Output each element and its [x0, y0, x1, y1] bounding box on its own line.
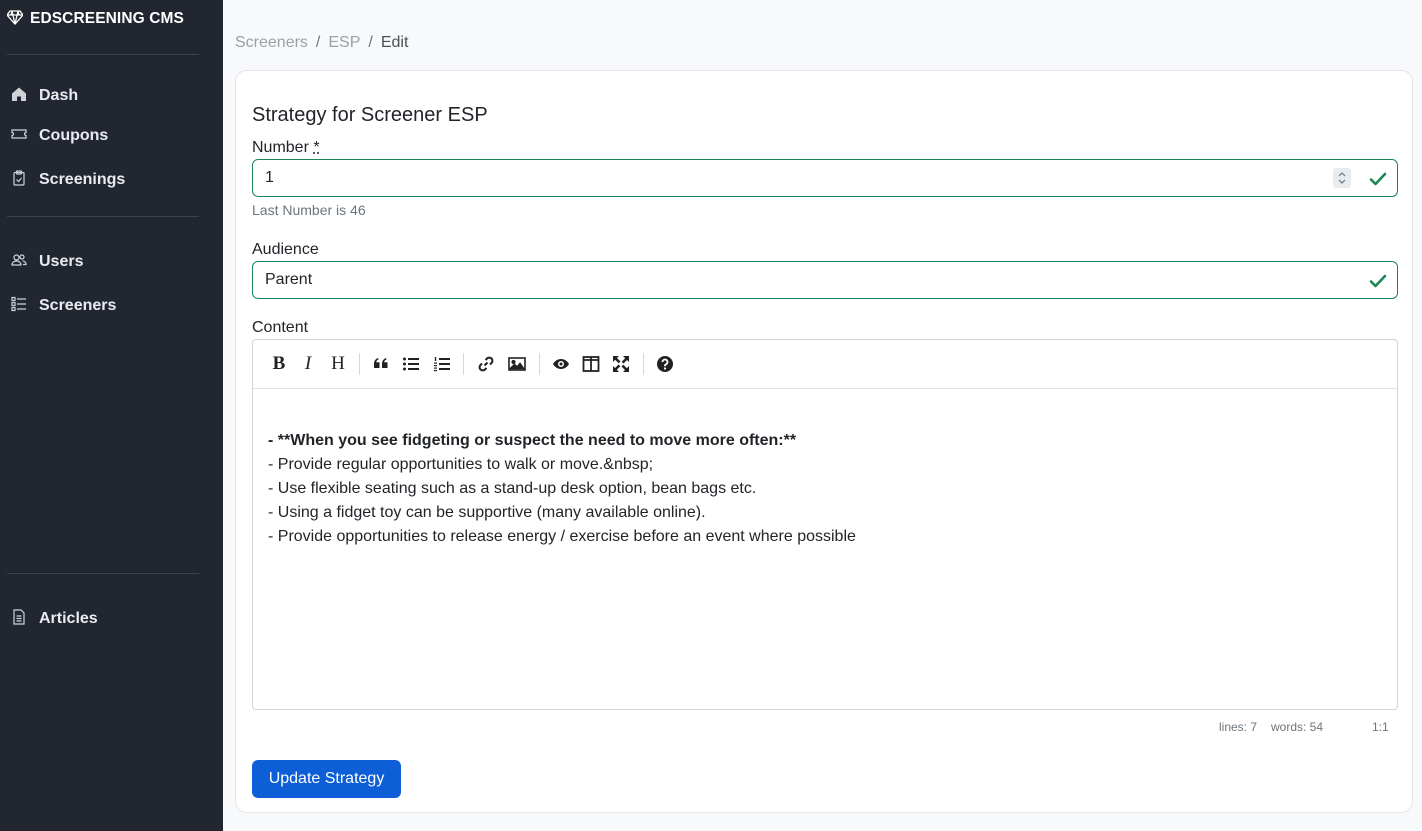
number-stepper[interactable]: [1333, 168, 1351, 188]
sidebar-item-users[interactable]: Users: [11, 250, 83, 274]
list-icon: [11, 296, 27, 317]
sidebar-item-label: Articles: [39, 610, 98, 627]
audience-field-value: Parent: [265, 271, 313, 288]
ticket-icon: [11, 126, 27, 147]
sidebar-item-coupons[interactable]: Coupons: [11, 124, 108, 148]
required-mark: *: [313, 139, 320, 156]
number-field[interactable]: 1: [252, 159, 1398, 197]
sidebar-divider: [7, 216, 199, 217]
sidebar-item-label: Coupons: [39, 127, 109, 144]
editor-line: - Using a fidget toy can be supportive (…: [268, 504, 706, 521]
editor-line: - Use flexible seating such as a stand-u…: [268, 480, 757, 497]
valid-check-icon: [1368, 271, 1388, 291]
page-title: Strategy for Screener ESP: [252, 104, 488, 126]
toolbar-separator: [359, 353, 360, 375]
preview-eye-icon[interactable]: [551, 354, 571, 374]
sidebar-item-dash[interactable]: Dash: [11, 84, 78, 108]
document-icon: [11, 608, 27, 630]
editor-line: - Provide opportunities to release energ…: [268, 528, 856, 545]
home-icon: [11, 86, 27, 107]
toolbar-separator: [539, 353, 540, 375]
number-help-text: Last Number is 46: [252, 202, 366, 218]
number-field-value: 1: [265, 169, 274, 186]
breadcrumb-current: Edit: [380, 34, 409, 51]
content-label: Content: [252, 319, 309, 336]
update-strategy-button[interactable]: Update Strategy: [252, 760, 401, 798]
image-icon[interactable]: [507, 354, 527, 374]
status-cursor: 1:1: [1372, 720, 1389, 734]
sidebar-item-label: Users: [39, 253, 84, 270]
sidebar-item-label: Dash: [39, 87, 79, 104]
editor-toolbar: B I H: [253, 340, 1397, 389]
sidebar-item-screeners[interactable]: Screeners: [11, 294, 116, 318]
breadcrumb-esp[interactable]: ESP: [328, 34, 360, 52]
sidebar-divider: [7, 573, 199, 574]
markdown-editor: B I H - **When you see fidgeting or susp…: [252, 339, 1398, 710]
clipboard-icon: [11, 169, 27, 191]
editor-content[interactable]: - **When you see fidgeting or suspect th…: [268, 429, 856, 549]
italic-icon[interactable]: I: [298, 353, 318, 374]
sidebar-item-articles[interactable]: Articles: [11, 607, 98, 631]
quote-icon[interactable]: [371, 354, 391, 374]
diamond-icon: [6, 9, 24, 30]
status-lines: lines: 7: [1219, 720, 1258, 734]
number-label: Number *: [252, 139, 320, 157]
number-label-text: Number: [252, 139, 309, 156]
ordered-list-icon[interactable]: [432, 354, 452, 374]
audience-field[interactable]: Parent: [252, 261, 1398, 299]
side-by-side-icon[interactable]: [581, 354, 601, 374]
status-words: words: 54: [1271, 720, 1324, 734]
sidebar-divider: [7, 54, 199, 55]
link-icon[interactable]: [476, 354, 496, 374]
editor-line: - Provide regular opportunities to walk …: [268, 456, 654, 473]
help-question-icon[interactable]: [655, 354, 675, 374]
fullscreen-icon[interactable]: [611, 354, 631, 374]
heading-icon[interactable]: H: [328, 353, 348, 374]
valid-check-icon: [1368, 169, 1388, 189]
audience-label: Audience: [252, 241, 319, 258]
breadcrumb-separator: /: [368, 34, 373, 51]
breadcrumb: Screeners / ESP / Edit: [235, 32, 408, 54]
sidebar: EDSCREENING CMS Dash Coupons Screenings …: [0, 0, 223, 831]
breadcrumb-separator: /: [315, 34, 321, 51]
breadcrumb-screeners[interactable]: Screeners: [235, 34, 308, 52]
editor-line: - **When you see fidgeting or suspect th…: [268, 432, 797, 449]
unordered-list-icon[interactable]: [401, 354, 421, 374]
sidebar-item-label: Screenings: [39, 171, 126, 188]
sidebar-item-label: Screeners: [39, 297, 117, 314]
brand-name: EDSCREENING CMS: [30, 10, 184, 27]
users-icon: [11, 252, 27, 273]
brand[interactable]: EDSCREENING CMS: [6, 8, 184, 30]
toolbar-separator: [463, 353, 464, 375]
bold-icon[interactable]: B: [269, 353, 289, 374]
sidebar-item-screenings[interactable]: Screenings: [11, 168, 125, 192]
toolbar-separator: [643, 353, 644, 375]
